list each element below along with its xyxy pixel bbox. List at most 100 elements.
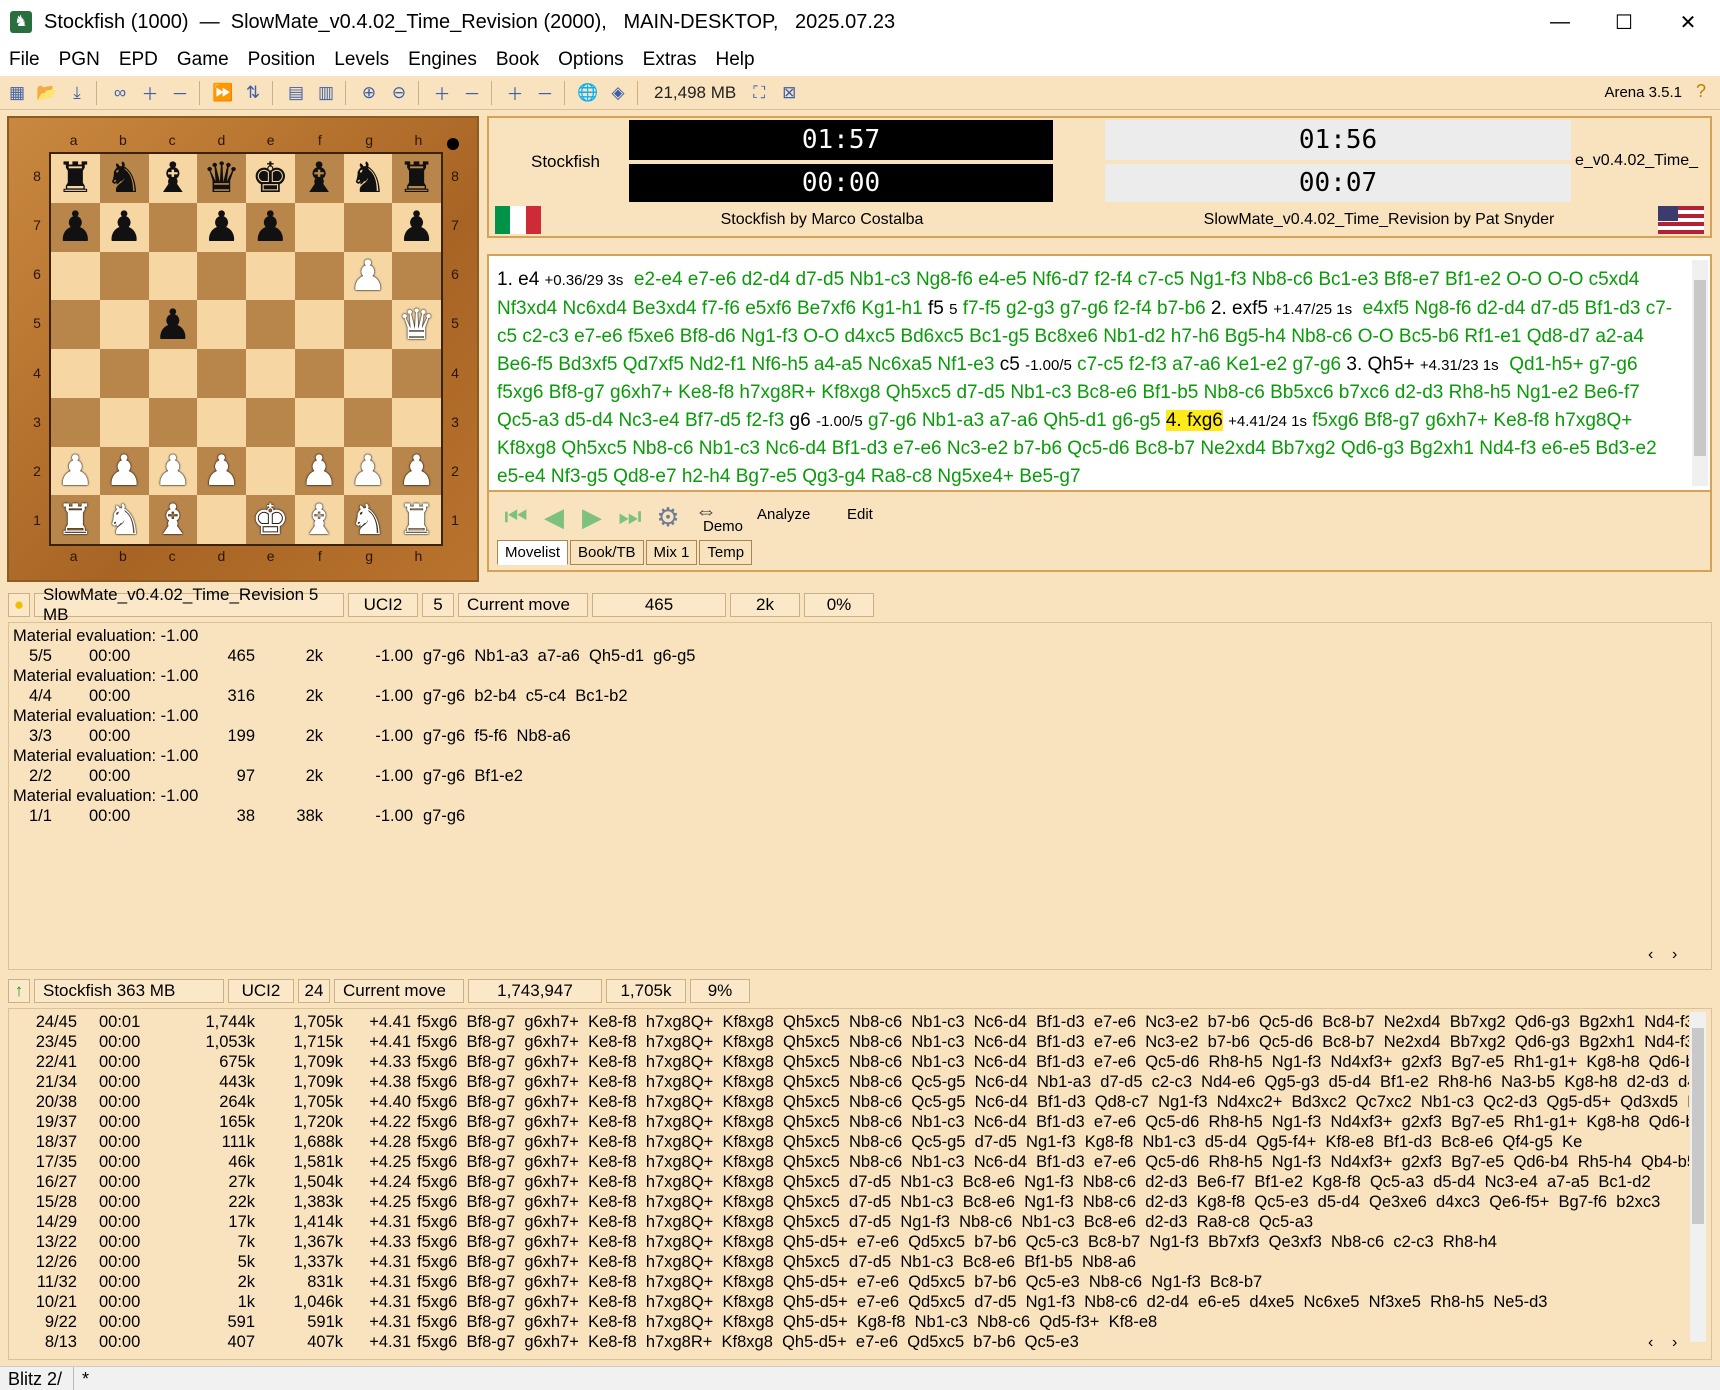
square-f8[interactable]: ♝ (294, 154, 344, 203)
square-e4[interactable] (246, 349, 295, 398)
square-h7[interactable]: ♟ (392, 202, 441, 252)
engine2-scroll-right-icon[interactable]: › (1672, 1334, 1677, 1352)
pgn-remove-icon[interactable]: － (459, 80, 485, 106)
white-queen-icon[interactable]: ♛ (398, 303, 436, 346)
white-pawn-icon[interactable]: ♟ (105, 449, 143, 492)
square-d7[interactable]: ♟ (197, 202, 246, 252)
last-move-icon[interactable]: ⏭ (613, 500, 647, 534)
level-minus-icon[interactable]: － (167, 80, 193, 106)
new-board-icon[interactable]: ▦ (4, 80, 30, 106)
square-g5[interactable] (343, 300, 393, 349)
white-rook-icon[interactable]: ♜ (57, 498, 95, 541)
zoom-in-icon[interactable]: ⊕ (356, 80, 382, 106)
square-b8[interactable]: ♞ (99, 154, 149, 203)
epd-remove-icon[interactable]: － (532, 80, 558, 106)
square-h2[interactable]: ♟ (392, 446, 441, 496)
close-button[interactable]: ✕ (1656, 0, 1720, 44)
black-rook-icon[interactable]: ♜ (57, 157, 95, 199)
first-move-icon[interactable]: ⏮ (499, 500, 533, 534)
edit-button[interactable]: Edit (847, 506, 873, 523)
square-b2[interactable]: ♟ (99, 446, 149, 496)
black-bishop-icon[interactable]: ♝ (154, 157, 192, 199)
analyze-button[interactable]: Analyze (757, 506, 810, 523)
square-c3[interactable] (148, 397, 198, 447)
square-c4[interactable] (148, 349, 198, 398)
zoom-out-icon[interactable]: ⊖ (386, 80, 412, 106)
move-list-panel[interactable]: 1. e4 +0.36/29 3s e2-e4 e7-e6 d2-d4 d7-d… (487, 254, 1712, 492)
white-pawn-icon[interactable]: ♟ (203, 449, 241, 492)
engine1-scroll-left-icon[interactable]: ‹ (1648, 946, 1653, 964)
white-rook-icon[interactable]: ♜ (398, 498, 436, 541)
white-knight-icon[interactable]: ♞ (105, 498, 143, 541)
menu-help[interactable]: Help (707, 49, 765, 71)
setup-position-icon[interactable]: ▤ (283, 80, 309, 106)
previous-move-icon[interactable]: ◀ (537, 500, 571, 534)
square-a8[interactable]: ♜ (51, 154, 100, 203)
square-e6[interactable] (246, 251, 295, 301)
infinite-analysis-icon[interactable]: ∞ (107, 80, 133, 106)
black-queen-icon[interactable]: ♛ (203, 157, 241, 199)
square-f7[interactable] (294, 202, 344, 252)
black-knight-icon[interactable]: ♞ (105, 157, 143, 199)
maximize-button[interactable]: ☐ (1592, 0, 1656, 44)
next-move-icon[interactable]: ▶ (575, 500, 609, 534)
white-pawn-icon[interactable]: ♟ (398, 449, 436, 492)
black-pawn-icon[interactable]: ♟ (105, 206, 143, 248)
square-f4[interactable] (294, 349, 344, 398)
square-g6[interactable]: ♟ (343, 251, 393, 301)
epd-add-icon[interactable]: ＋ (502, 80, 528, 106)
square-e1[interactable]: ♚ (246, 495, 295, 544)
white-bishop-icon[interactable]: ♝ (300, 498, 338, 541)
engine2-output[interactable]: 24/45 00:01 1,744k 1,705k +4.41 f5xg6 Bf8-g7 … (8, 1008, 1712, 1360)
square-c8[interactable]: ♝ (148, 154, 198, 203)
square-g3[interactable] (343, 397, 393, 447)
globe-icon[interactable]: 🌐 (575, 80, 601, 106)
engine2-scroll-thumb[interactable] (1692, 1028, 1704, 1224)
swap-sides-icon[interactable]: ⇅ (240, 80, 266, 106)
square-h5[interactable]: ♛ (392, 300, 441, 349)
tab-book-tb[interactable]: Book/TB (570, 540, 644, 565)
square-b3[interactable] (99, 397, 149, 447)
square-h6[interactable] (392, 251, 441, 301)
square-g7[interactable] (343, 202, 393, 252)
engine2-scrollbar[interactable] (1690, 1012, 1706, 1342)
square-d1[interactable] (197, 495, 246, 544)
menu-extras[interactable]: Extras (634, 49, 707, 71)
square-a3[interactable] (51, 397, 100, 447)
square-h3[interactable] (392, 397, 441, 447)
square-c1[interactable]: ♝ (148, 495, 198, 544)
black-pawn-icon[interactable]: ♟ (154, 303, 192, 346)
menu-game[interactable]: Game (168, 49, 239, 71)
square-b6[interactable] (99, 251, 149, 301)
dgt-board-icon[interactable]: ◈ (605, 80, 631, 106)
square-d8[interactable]: ♛ (197, 154, 246, 203)
save-icon[interactable]: ⤓ (64, 80, 90, 106)
white-pawn-icon[interactable]: ♟ (349, 449, 387, 492)
question-icon[interactable]: ? (1696, 81, 1706, 102)
square-d5[interactable] (197, 300, 246, 349)
square-d4[interactable] (197, 349, 246, 398)
white-pawn-icon[interactable]: ♟ (154, 449, 192, 492)
square-c2[interactable]: ♟ (148, 446, 198, 496)
menu-file[interactable]: File (0, 49, 50, 71)
square-b4[interactable] (99, 349, 149, 398)
square-d2[interactable]: ♟ (197, 446, 246, 496)
black-bishop-icon[interactable]: ♝ (300, 157, 338, 199)
square-f3[interactable] (294, 397, 344, 447)
square-f2[interactable]: ♟ (294, 446, 344, 496)
square-b7[interactable]: ♟ (99, 202, 149, 252)
square-c7[interactable] (148, 202, 198, 252)
menu-options[interactable]: Options (549, 49, 633, 71)
square-e5[interactable] (246, 300, 295, 349)
square-a6[interactable] (51, 251, 100, 301)
square-g4[interactable] (343, 349, 393, 398)
minimize-button[interactable]: — (1528, 0, 1592, 44)
square-e3[interactable] (246, 397, 295, 447)
gear-icon[interactable]: ⚙ (651, 500, 685, 534)
black-knight-icon[interactable]: ♞ (349, 157, 387, 199)
black-pawn-icon[interactable]: ♟ (398, 206, 436, 248)
square-g1[interactable]: ♞ (343, 495, 393, 544)
menu-levels[interactable]: Levels (325, 49, 399, 71)
square-d3[interactable] (197, 397, 246, 447)
square-d6[interactable] (197, 251, 246, 301)
